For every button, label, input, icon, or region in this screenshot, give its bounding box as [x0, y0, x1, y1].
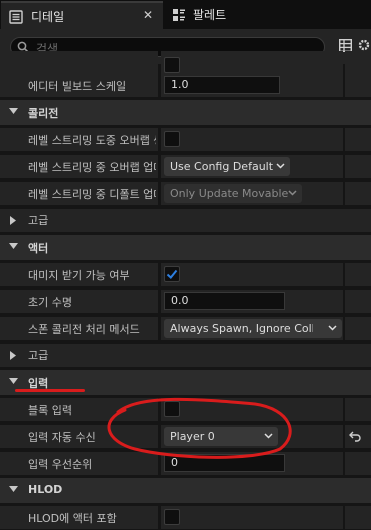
tab-details-label: 디테일: [31, 10, 65, 24]
tab-palette[interactable]: 팔레트: [167, 1, 287, 29]
details-panel: 에디터 빌보드 스케일 1.0 콜리전 레벨 스트리밍 도중 오버랩 생성 레벨…: [0, 51, 371, 529]
palette-icon: [173, 9, 185, 21]
tab-bar: 디테일 ✕ 팔레트: [0, 0, 371, 29]
close-icon[interactable]: ✕: [143, 8, 153, 22]
details-icon: [9, 10, 23, 24]
annotation-circle: [107, 397, 292, 459]
tab-details[interactable]: 디테일 ✕: [1, 1, 163, 29]
tab-palette-label: 팔레트: [193, 8, 227, 22]
